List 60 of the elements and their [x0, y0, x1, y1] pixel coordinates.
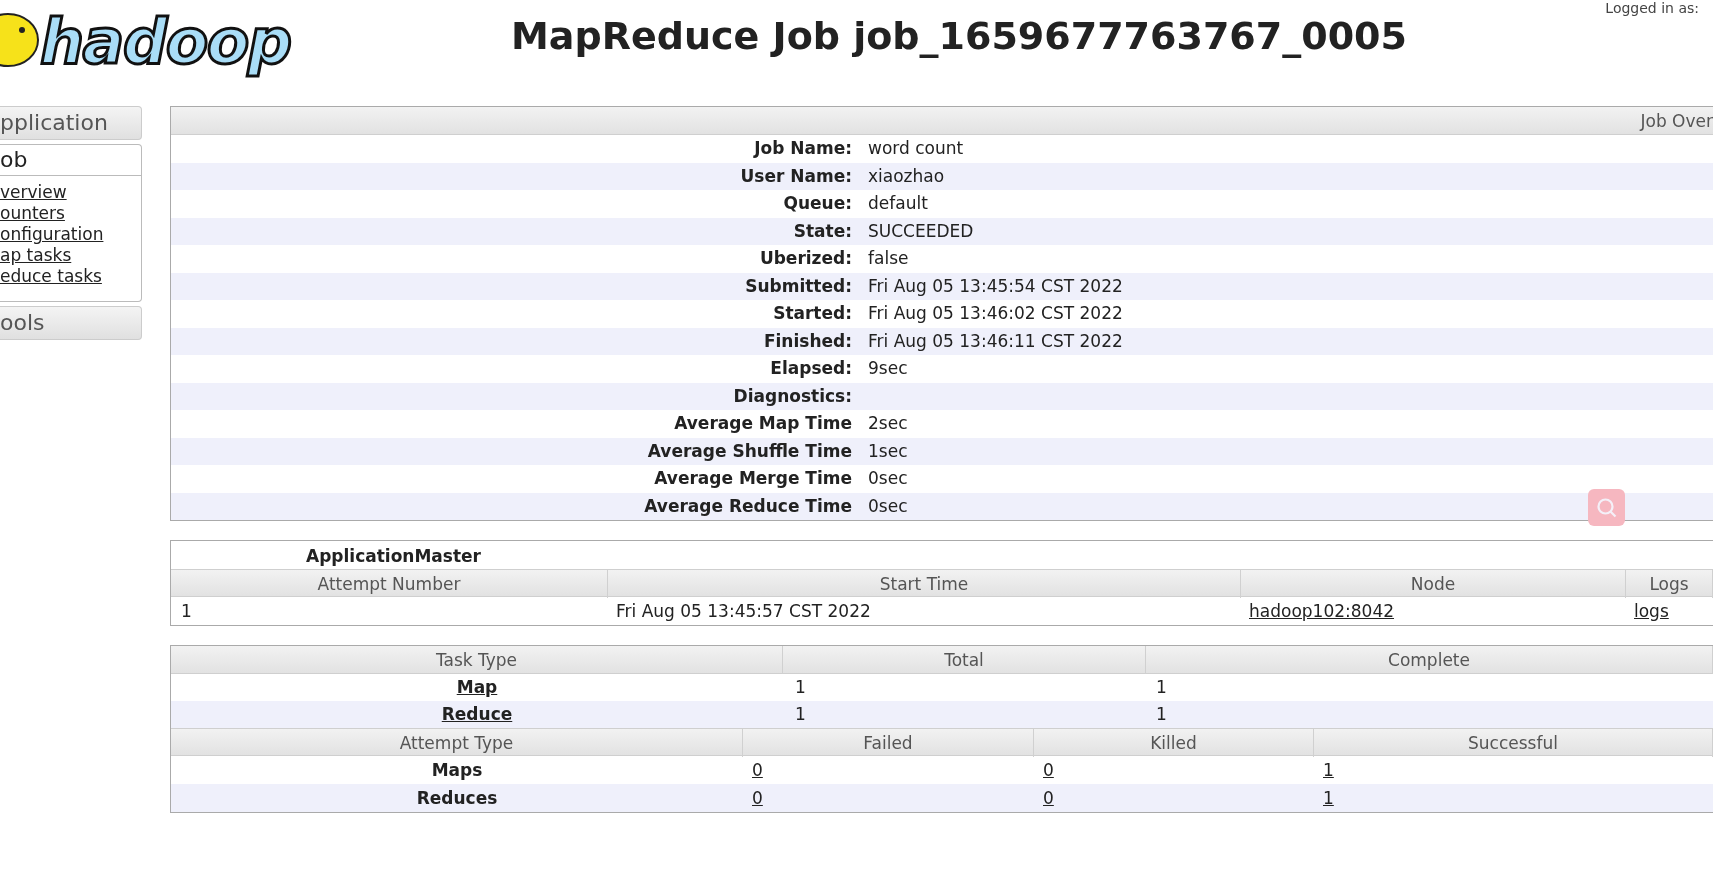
link[interactable]: logs: [1634, 601, 1669, 621]
table-cell-text: Fri Aug 05 13:45:57 CST 2022: [615, 600, 872, 623]
field-label: Average Merge Time: [653, 467, 853, 490]
field-value: SUCCEEDED: [868, 219, 974, 243]
sidebar-heading[interactable]: ob: [0, 145, 141, 176]
link[interactable]: 1: [1323, 760, 1334, 780]
field-label: Submitted:: [744, 274, 853, 298]
row-label: Maps: [430, 759, 484, 782]
field-value: false: [868, 247, 909, 270]
field-value: word count: [868, 137, 964, 160]
field-value: 1sec: [868, 439, 908, 463]
field-value: 0sec: [868, 494, 908, 518]
field-label: Average Shuffle Time: [646, 439, 853, 463]
link[interactable]: onfiguration: [0, 224, 104, 245]
login-status: Logged in as:: [1605, 0, 1699, 16]
link[interactable]: educe tasks: [0, 266, 102, 287]
field-label: Average Map Time: [673, 412, 853, 435]
field-value: 2sec: [868, 412, 908, 435]
field-label: Uberized:: [758, 247, 853, 270]
table-title: ApplicationMaster: [305, 545, 482, 568]
field-label: State:: [792, 219, 853, 243]
table-cell-text: 1: [1155, 676, 1168, 699]
field-value: Fri Aug 05 13:46:11 CST 2022: [868, 329, 1123, 353]
link[interactable]: 0: [752, 760, 763, 780]
row-label: Reduces: [415, 787, 499, 810]
sidebar-heading[interactable]: pplication: [0, 106, 142, 140]
field-label: Finished:: [762, 329, 853, 353]
link[interactable]: 0: [1043, 788, 1054, 808]
link[interactable]: Map: [456, 677, 498, 697]
link[interactable]: 1: [1323, 788, 1334, 808]
field-label: Diagnostics:: [732, 384, 853, 408]
page-title: MapReduce Job job_1659677763767_0005: [511, 12, 1407, 60]
sidebar-heading[interactable]: ools: [0, 306, 142, 340]
search-button[interactable]: [1588, 489, 1625, 526]
logo: hadoop: [0, 2, 315, 82]
field-label: Average Reduce Time: [643, 494, 853, 518]
link[interactable]: Reduce: [441, 704, 513, 724]
table-cell-text: 1: [794, 703, 807, 726]
table-cell-text: 1: [180, 600, 193, 623]
link[interactable]: ap tasks: [0, 245, 72, 266]
field-value: 0sec: [868, 467, 908, 490]
field-value: default: [868, 192, 928, 215]
link[interactable]: hadoop102:8042: [1249, 601, 1394, 621]
field-label: Job Name:: [752, 137, 853, 160]
field-value: 9sec: [868, 357, 908, 380]
link[interactable]: 0: [752, 788, 763, 808]
link[interactable]: verview: [0, 182, 67, 203]
link[interactable]: 0: [1043, 760, 1054, 780]
link[interactable]: ounters: [0, 203, 65, 224]
panel-header: Job Over: [171, 107, 1713, 135]
field-value: xiaozhao: [868, 164, 945, 188]
field-label: User Name:: [739, 164, 853, 188]
table-cell-text: 1: [1155, 703, 1168, 726]
search-icon: [1595, 496, 1618, 519]
field-label: Started:: [772, 302, 853, 325]
table-cell-text: 1: [794, 676, 807, 699]
field-value: Fri Aug 05 13:46:02 CST 2022: [868, 302, 1123, 325]
field-label: Queue:: [782, 192, 853, 215]
field-value: Fri Aug 05 13:45:54 CST 2022: [868, 274, 1123, 298]
field-label: Elapsed:: [769, 357, 853, 380]
